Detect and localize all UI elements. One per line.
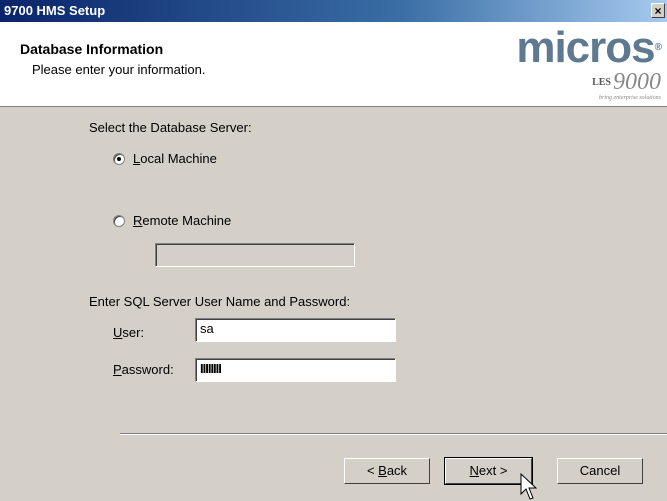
- close-icon: ×: [654, 4, 662, 18]
- logo-tagline: bring enterprise solutions: [598, 95, 661, 102]
- page-subtitle: Please enter your information.: [32, 62, 206, 77]
- server-label: Select the Database Server:: [89, 120, 252, 135]
- password-label: Password:: [113, 362, 174, 377]
- logo-version: 9000: [613, 69, 661, 95]
- radio-local-machine[interactable]: Local Machine: [113, 151, 217, 166]
- back-button[interactable]: < Back: [344, 458, 430, 484]
- close-button[interactable]: ×: [651, 3, 665, 18]
- cancel-button[interactable]: Cancel: [557, 458, 643, 484]
- title-bar: 9700 HMS Setup ×: [0, 0, 667, 22]
- micros-logo: micros® LES9000 bring enterprise solutio…: [516, 23, 662, 102]
- radio-icon-checked: [113, 152, 125, 165]
- next-button[interactable]: Next >: [444, 457, 533, 485]
- logo-les: LES: [592, 77, 611, 89]
- user-field[interactable]: sa: [195, 318, 396, 342]
- separator: [120, 433, 667, 435]
- logo-reg: ®: [654, 42, 662, 53]
- radio-remote-machine[interactable]: Remote Machine: [113, 213, 231, 228]
- logo-brand: micros: [516, 23, 655, 72]
- password-field[interactable]: IIIIIIII: [195, 358, 396, 382]
- radio-remote-label: Remote Machine: [133, 213, 232, 228]
- wizard-header: Database Information Please enter your i…: [0, 22, 667, 107]
- radio-local-label: Local Machine: [133, 151, 217, 166]
- user-label: User:: [113, 325, 145, 340]
- arrow-cursor-icon: [520, 473, 538, 500]
- window-title: 9700 HMS Setup: [4, 3, 106, 18]
- page-title: Database Information: [20, 41, 164, 57]
- credentials-label: Enter SQL Server User Name and Password:: [89, 294, 351, 309]
- remote-machine-field[interactable]: [155, 243, 355, 267]
- radio-icon: [113, 214, 125, 227]
